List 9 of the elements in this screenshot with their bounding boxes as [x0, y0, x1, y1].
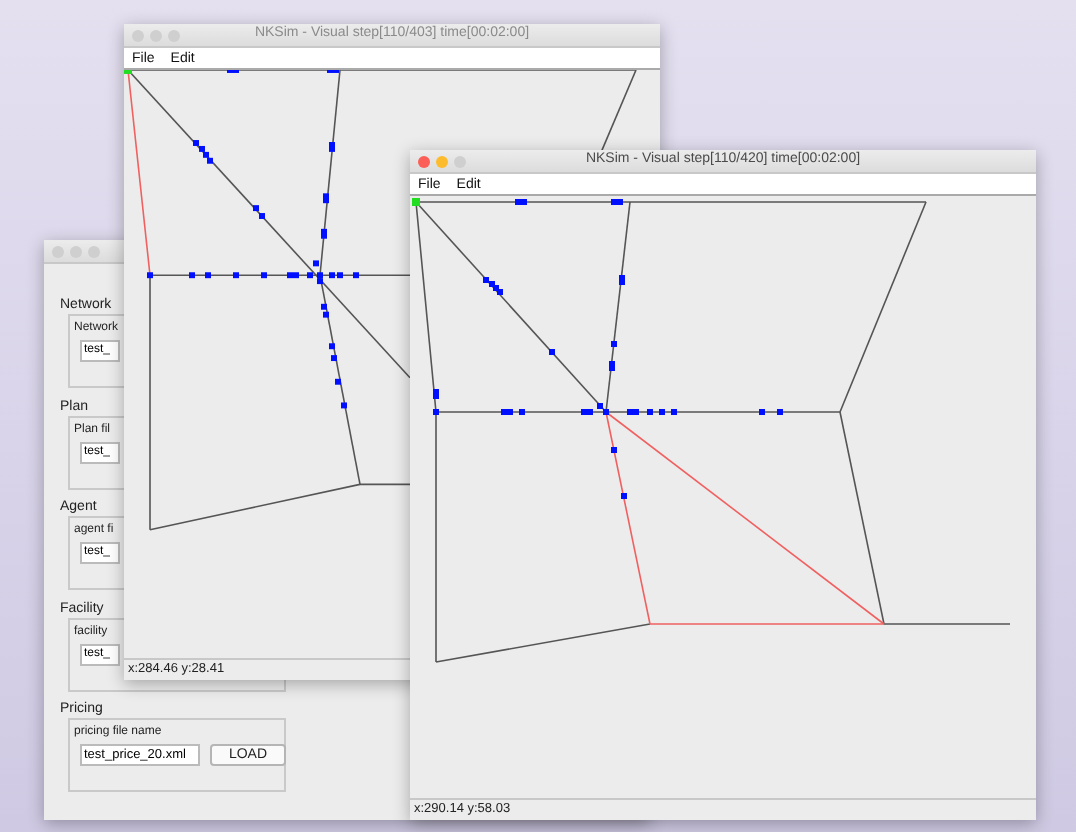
window-control-icon[interactable] — [52, 245, 64, 257]
window-control-icon[interactable] — [132, 29, 144, 41]
window-control-icon[interactable] — [70, 245, 82, 257]
window-control-icon[interactable] — [168, 29, 180, 41]
window-control-icon[interactable] — [436, 155, 448, 167]
window-control-icon[interactable] — [150, 29, 162, 41]
window-control-icon[interactable] — [418, 155, 430, 167]
window-control-icon[interactable] — [454, 155, 466, 167]
window-control-icon[interactable] — [88, 245, 100, 257]
